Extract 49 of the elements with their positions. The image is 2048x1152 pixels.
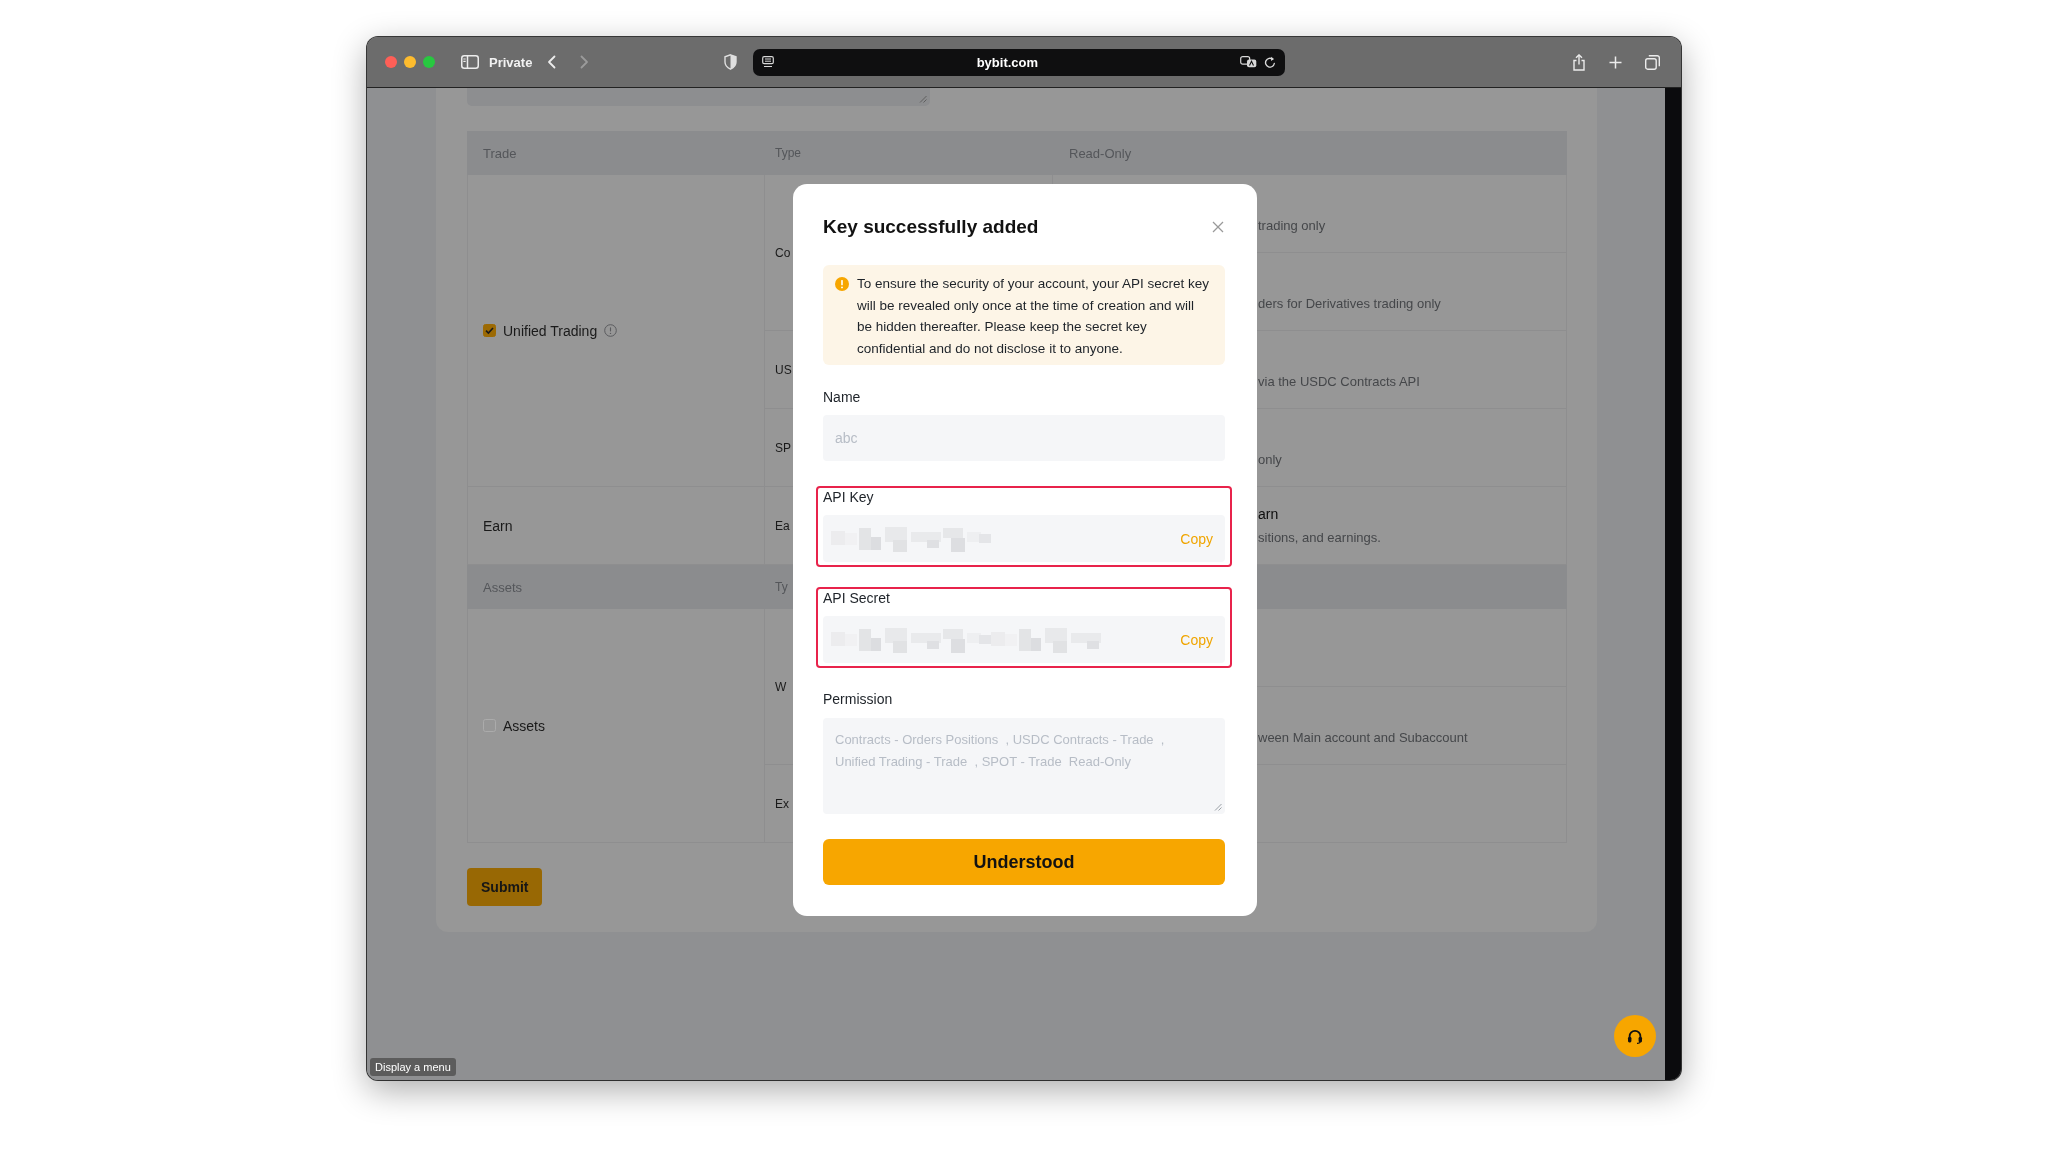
window-zoom-icon[interactable] [423,56,435,68]
copy-button[interactable]: Copy [1180,530,1213,547]
text-area-field[interactable] [467,88,930,106]
notice-text: To ensure the security of your account, your API secret key will be revealed only once at the time of creation and will be hidden thereafter. Please keep the secret key confidential and do not disclose it to anyone. [857,275,1209,358]
sidebar-icon[interactable] [461,55,479,69]
close-icon[interactable] [1212,221,1224,233]
headset-icon [1627,1028,1643,1044]
field-label: Permission [823,691,894,707]
key-field[interactable]: Copy [823,515,1225,562]
group-label: Unified Trading [503,322,598,339]
plus-icon[interactable] [1609,55,1622,69]
share-icon[interactable] [1572,53,1586,71]
copy-button[interactable]: Copy [1180,631,1213,648]
shield-icon[interactable] [724,54,738,70]
group-label: Assets [503,717,545,734]
field-label: Name [823,389,862,405]
confirm-button[interactable]: Understood [823,839,1225,885]
tabs-icon[interactable] [1645,54,1660,70]
type-label: Co [775,245,791,260]
permission-description: ween Main account and Subaccount [1258,728,1468,747]
type-label: Ex [775,796,789,811]
window-minimize-icon[interactable] [404,56,416,68]
address-bar[interactable]: bybit.com [753,48,1286,76]
group-label: Earn [483,517,513,534]
warning-icon [835,277,849,291]
permission-description: ders for Derivatives trading only [1258,294,1441,313]
page-icon[interactable] [762,56,775,68]
back-icon[interactable] [547,55,557,69]
checkbox[interactable] [483,324,496,337]
reload-icon[interactable] [1264,55,1277,69]
translate-icon[interactable] [1240,56,1258,68]
url-text: bybit.com [975,54,1040,70]
permission-description: trading only [1258,216,1326,235]
permission-description: only [1258,450,1282,469]
type-label: W [775,679,787,694]
key-field[interactable]: Copy [823,616,1225,663]
resize-grip-icon[interactable] [919,95,927,103]
field-label: API Key [823,489,875,505]
field-label: API Secret [823,590,891,606]
permission-title: arn [1258,504,1279,524]
permission-description: via the USDC Contracts API [1258,372,1420,391]
type-label: SP [775,440,791,455]
submit-button[interactable]: Submit [467,868,543,906]
type-label: US [775,362,792,377]
dialog-title: Key successfully added [823,215,1039,239]
private-label: Private [489,54,533,70]
tooltip: Display a menu [370,1058,456,1076]
permission-description: sitions, and earnings. [1258,528,1381,547]
type-label: Ea [775,518,790,533]
